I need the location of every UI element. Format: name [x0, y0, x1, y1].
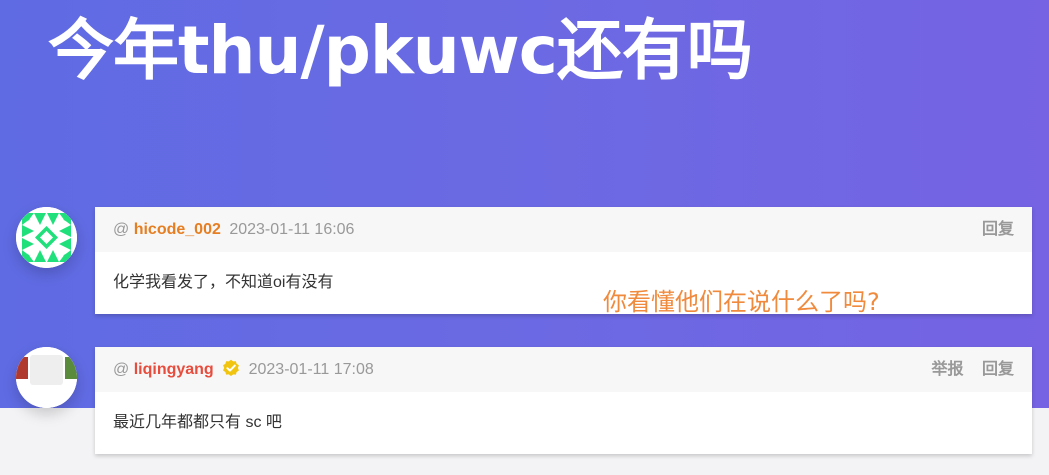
comment-timestamp: 2023-01-11 16:06	[229, 221, 355, 238]
comment-content: 化学我看发了，不知道oi有没有	[113, 274, 334, 291]
identicon-avatar-icon	[16, 207, 77, 268]
username-link[interactable]: hicode_002	[134, 221, 221, 238]
comment-header: @ liqingyang 2023-01-11 17:08 举报 回复	[95, 347, 1032, 392]
report-button[interactable]: 举报	[932, 361, 964, 378]
reply-button[interactable]: 回复	[982, 361, 1014, 378]
comment-actions: 举报 回复	[918, 347, 1014, 392]
verified-badge-icon	[223, 359, 240, 376]
comment-actions: 回复	[968, 207, 1014, 252]
page-title: 今年thu/pkuwc还有吗	[48, 12, 753, 89]
identicon-avatar[interactable]	[16, 207, 77, 268]
comment-card: @ hicode_002 2023-01-11 16:06 回复 化学我看发了，…	[95, 207, 1032, 314]
user-avatar-icon	[16, 347, 77, 408]
user-avatar[interactable]	[16, 347, 77, 408]
comment-card: @ liqingyang 2023-01-11 17:08 举报 回复 最近几年…	[95, 347, 1032, 454]
at-symbol: @	[113, 361, 130, 378]
comment-header: @ hicode_002 2023-01-11 16:06 回复	[95, 207, 1032, 252]
username-link[interactable]: liqingyang	[134, 361, 214, 378]
at-symbol: @	[113, 221, 130, 238]
reply-button[interactable]: 回复	[982, 221, 1014, 238]
comment-timestamp: 2023-01-11 17:08	[248, 361, 374, 378]
comment-content: 最近几年都都只有 sc 吧	[113, 414, 282, 431]
overlay-annotation: 你看懂他们在说什么了吗?	[603, 288, 880, 316]
